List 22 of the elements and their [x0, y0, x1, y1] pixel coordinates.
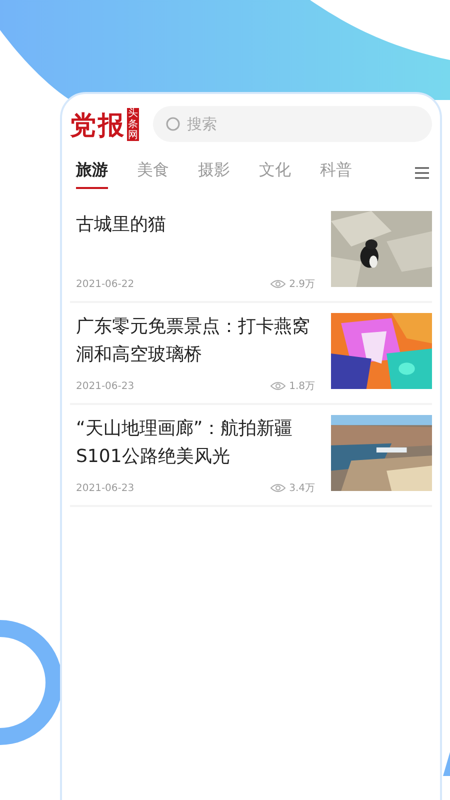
view-count: 1.8万	[289, 380, 315, 393]
menu-icon[interactable]	[414, 166, 430, 180]
eye-icon	[270, 381, 286, 391]
logo-title: 党报	[70, 110, 126, 140]
logo-badge: 头条网	[127, 108, 139, 140]
eye-icon	[270, 483, 286, 493]
article-title: “天山地理画廊”：航拍新疆S101公路绝美风光	[76, 417, 294, 469]
article-row[interactable]: 广东零元免票景点：打卡燕窝洞和高空玻璃桥 2021-06-23 1.8万	[70, 303, 432, 405]
article-title: 广东零元免票景点：打卡燕窝洞和高空玻璃桥	[76, 315, 311, 367]
search-icon	[165, 116, 181, 132]
eye-icon	[270, 279, 286, 289]
article-date: 2021-06-23	[76, 482, 134, 494]
article-title: 古城里的猫	[76, 213, 167, 237]
article-row[interactable]: 古城里的猫 2021-06-22 2.9万	[70, 201, 432, 303]
article-row[interactable]: “天山地理画廊”：航拍新疆S101公路绝美风光 2021-06-23 3.4万	[70, 405, 432, 507]
view-count: 3.4万	[289, 482, 315, 495]
corner-shape	[443, 752, 450, 776]
article-date: 2021-06-23	[76, 380, 134, 392]
view-count: 2.9万	[289, 278, 315, 291]
article-date: 2021-06-22	[76, 278, 134, 290]
category-tab[interactable]: 旅游	[76, 156, 108, 189]
search-field[interactable]: 搜索	[153, 106, 432, 142]
